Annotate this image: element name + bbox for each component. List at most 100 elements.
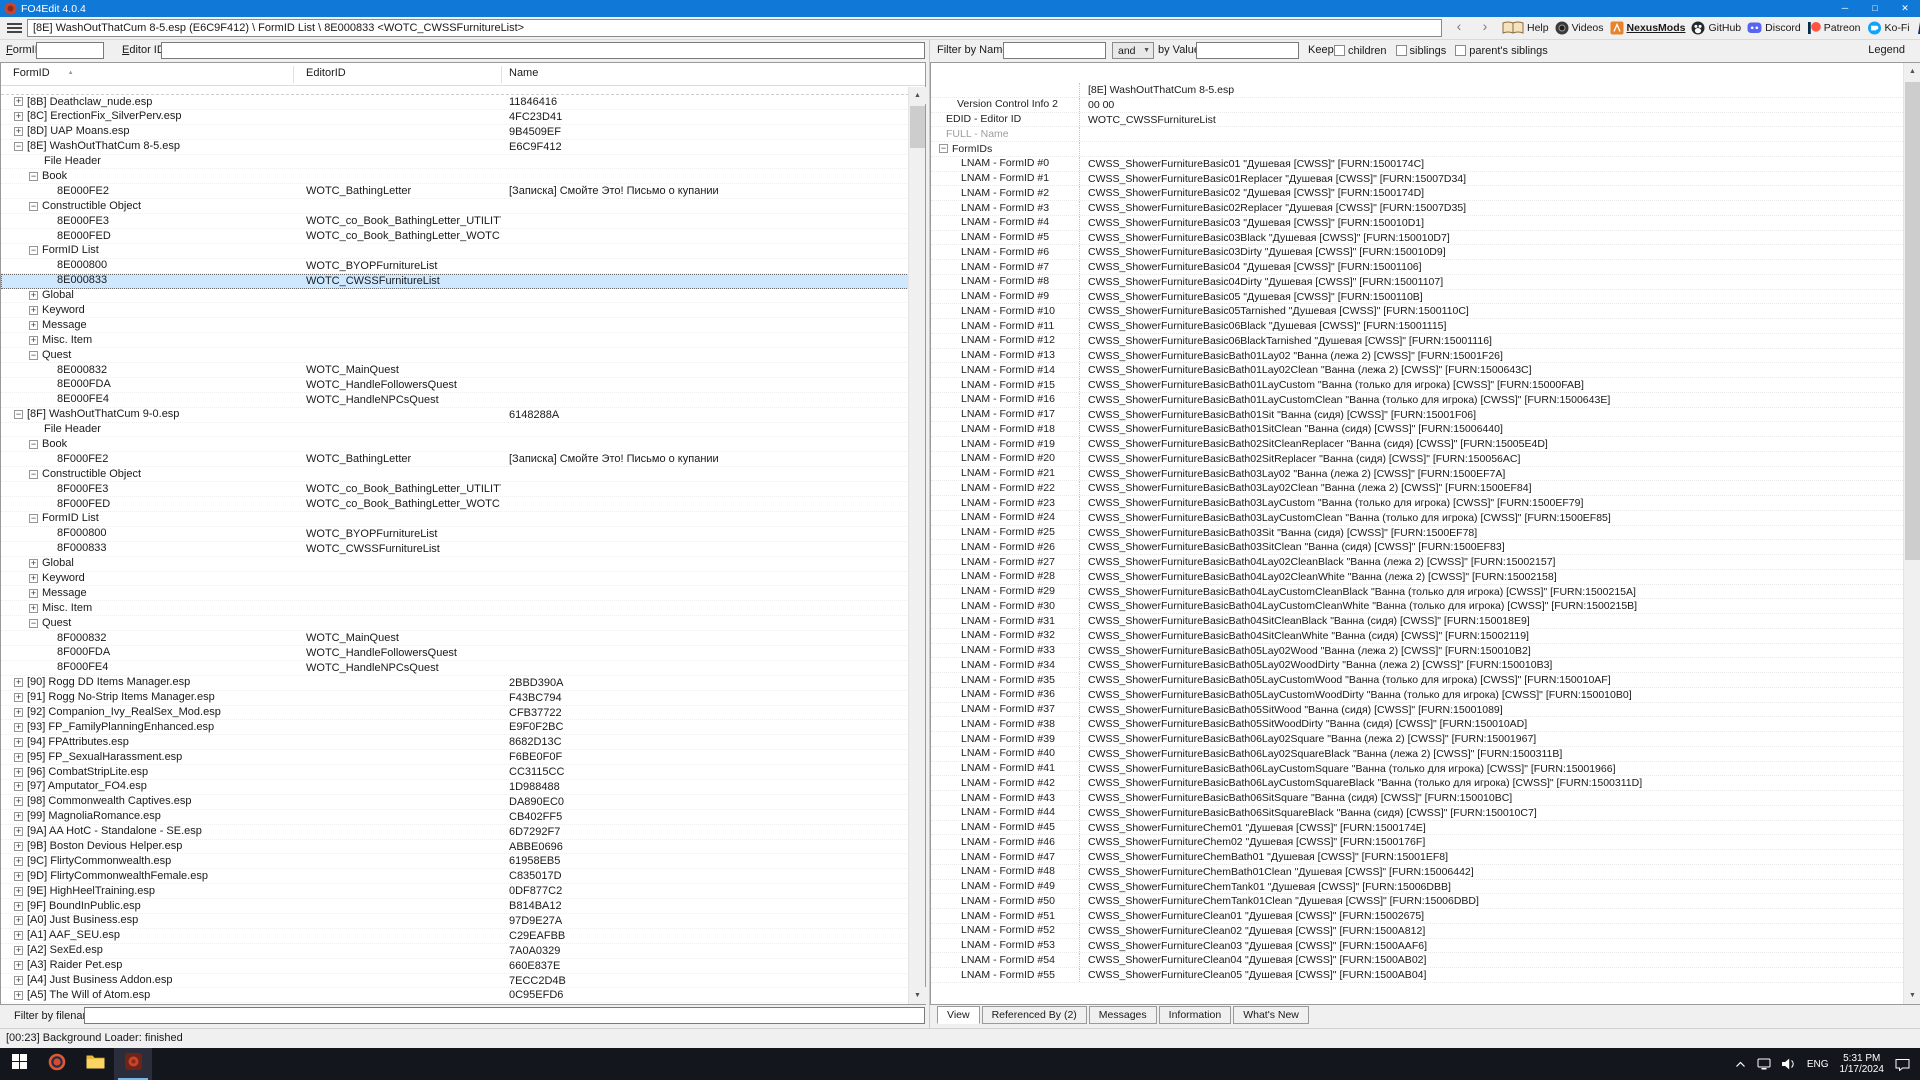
record-row-lnam[interactable]: LNAM - FormID #8CWSS_ShowerFurnitureBasi… [931, 275, 1903, 290]
expand-icon[interactable]: + [14, 902, 23, 911]
expand-icon[interactable]: + [14, 797, 23, 806]
tree-row[interactable]: −Quest [1, 616, 909, 631]
record-row-lnam[interactable]: LNAM - FormID #29CWSS_ShowerFurnitureBas… [931, 585, 1903, 600]
tree-row[interactable]: File Header [1, 423, 909, 438]
tree-row[interactable]: +Global [1, 289, 909, 304]
tree-row[interactable]: 8E000FE2WOTC_BathingLetter[Записка] Смой… [1, 184, 909, 199]
fo4edit-button[interactable] [114, 1048, 152, 1080]
expand-icon[interactable]: + [14, 857, 23, 866]
maximize-button[interactable]: □ [1860, 0, 1890, 17]
tab-messages[interactable]: Messages [1089, 1006, 1157, 1024]
record-row-lnam[interactable]: LNAM - FormID #55CWSS_ShowerFurnitureCle… [931, 968, 1903, 983]
legend-link[interactable]: Legend [1868, 44, 1905, 56]
filename-filter-input[interactable] [84, 1007, 925, 1024]
tree-row[interactable]: +[8B] Deathclaw_nude.esp11846416 [1, 95, 909, 110]
expand-icon[interactable]: + [14, 678, 23, 687]
record-row-lnam[interactable]: LNAM - FormID #32CWSS_ShowerFurnitureBas… [931, 629, 1903, 644]
checkbox-icon[interactable] [1334, 45, 1345, 56]
expand-icon[interactable]: + [14, 812, 23, 821]
record-row-lnam[interactable]: LNAM - FormID #1CWSS_ShowerFurnitureBasi… [931, 172, 1903, 187]
scroll-down-icon[interactable]: ▼ [1904, 987, 1920, 1004]
record-row-lnam[interactable]: LNAM - FormID #0CWSS_ShowerFurnitureBasi… [931, 157, 1903, 172]
tree-row[interactable]: −Quest [1, 348, 909, 363]
column-header-editorid[interactable]: EditorID [306, 67, 346, 79]
collapse-icon[interactable]: − [29, 172, 38, 181]
record-row[interactable]: Version Control Info 200 00 [931, 98, 1903, 113]
tree-row[interactable]: 8F000800WOTC_BYOPFurnitureList [1, 527, 909, 542]
network-icon[interactable] [1757, 1058, 1771, 1070]
tree-row[interactable]: −[8E] WashOutThatCum 8-5.espE6C9F412 [1, 140, 909, 155]
tree-row[interactable]: 8F000FE2WOTC_BathingLetter[Записка] Смой… [1, 452, 909, 467]
filter-operator-select[interactable]: and ▼ [1112, 42, 1154, 59]
record-plugin-header[interactable]: [8E] WashOutThatCum 8-5.esp [931, 83, 1903, 98]
checkbox-icon[interactable] [1455, 45, 1466, 56]
tree-row[interactable]: −Book [1, 437, 909, 452]
tree-row[interactable]: 8F000832WOTC_MainQuest [1, 631, 909, 646]
scroll-up-icon[interactable]: ▲ [909, 87, 926, 104]
expand-icon[interactable]: + [14, 931, 23, 940]
record-row-lnam[interactable]: LNAM - FormID #33CWSS_ShowerFurnitureBas… [931, 644, 1903, 659]
tree-row[interactable]: 8F000FE4WOTC_HandleNPCsQuest [1, 661, 909, 676]
tree-row[interactable]: 8E000833WOTC_CWSSFurnitureList [1, 274, 909, 289]
expand-icon[interactable]: + [14, 693, 23, 702]
tree-row[interactable]: −Constructible Object [1, 199, 909, 214]
expand-icon[interactable]: + [14, 753, 23, 762]
forward-button[interactable]: › [1476, 18, 1494, 34]
record-row-lnam[interactable]: LNAM - FormID #18CWSS_ShowerFurnitureBas… [931, 422, 1903, 437]
record-row-lnam[interactable]: LNAM - FormID #22CWSS_ShowerFurnitureBas… [931, 481, 1903, 496]
collapse-icon[interactable]: − [29, 514, 38, 523]
filter-by-name-input[interactable] [1003, 42, 1106, 59]
record-row[interactable]: EDID - Editor IDWOTC_CWSSFurnitureList [931, 113, 1903, 128]
language-indicator[interactable]: ENG [1807, 1059, 1829, 1070]
tree-row[interactable]: +[99] MagnoliaRomance.espCB402FF5 [1, 810, 909, 825]
record-row-lnam[interactable]: LNAM - FormID #53CWSS_ShowerFurnitureCle… [931, 939, 1903, 954]
link-kofi[interactable]: Ko-Fi [1867, 21, 1910, 35]
collapse-icon[interactable]: − [29, 440, 38, 449]
collapse-icon[interactable]: − [29, 202, 38, 211]
expand-icon[interactable]: + [14, 842, 23, 851]
browser-button[interactable] [38, 1048, 76, 1080]
expand-icon[interactable]: + [14, 723, 23, 732]
tree-row[interactable]: −FormID List [1, 512, 909, 527]
tree-row[interactable]: +[9F] BoundInPublic.espB814BA12 [1, 899, 909, 914]
record-row-lnam[interactable]: LNAM - FormID #26CWSS_ShowerFurnitureBas… [931, 540, 1903, 555]
tree-row[interactable]: +[8D] UAP Moans.esp9B4509EF [1, 125, 909, 140]
tree-row[interactable]: +Keyword [1, 572, 909, 587]
tray-expand-icon[interactable] [1735, 1060, 1746, 1069]
tab-view[interactable]: View [937, 1006, 980, 1024]
tree-row[interactable]: 8F000FDAWOTC_HandleFollowersQuest [1, 646, 909, 661]
collapse-icon[interactable]: − [29, 246, 38, 255]
record-row-lnam[interactable]: LNAM - FormID #5CWSS_ShowerFurnitureBasi… [931, 231, 1903, 246]
record-row-lnam[interactable]: LNAM - FormID #54CWSS_ShowerFurnitureCle… [931, 953, 1903, 968]
tree-row[interactable]: +[95] FP_SexualHarassment.espF6BE0F0F [1, 750, 909, 765]
record-row-lnam[interactable]: LNAM - FormID #17CWSS_ShowerFurnitureBas… [931, 408, 1903, 423]
scroll-down-icon[interactable]: ▼ [909, 987, 926, 1004]
tree-row[interactable]: 8F000FEDWOTC_co_Book_BathingLetter_WOTC [1, 497, 909, 512]
link-nexusmods[interactable]: NexusMods [1610, 21, 1686, 35]
collapse-icon[interactable]: − [14, 410, 23, 419]
record-scrollbar[interactable]: ▲ ▼ [1903, 63, 1920, 1004]
column-header-formid[interactable]: FormID▲ [13, 67, 74, 79]
expand-icon[interactable]: + [14, 961, 23, 970]
expand-icon[interactable]: + [14, 708, 23, 717]
expand-icon[interactable]: + [29, 574, 38, 583]
expand-icon[interactable]: + [29, 306, 38, 315]
tree-row[interactable]: File Header [1, 155, 909, 170]
formid-input[interactable] [36, 42, 104, 59]
tree-row[interactable]: +Message [1, 318, 909, 333]
expand-icon[interactable]: + [14, 768, 23, 777]
tree-row[interactable]: +[93] FP_FamilyPlanningEnhanced.espE9F0F… [1, 720, 909, 735]
record-row-lnam[interactable]: LNAM - FormID #11CWSS_ShowerFurnitureBas… [931, 319, 1903, 334]
tree-row[interactable]: +[A2] SexEd.esp7A0A0329 [1, 944, 909, 959]
tree-row[interactable]: +[92] Companion_Ivy_RealSex_Mod.espCFB37… [1, 706, 909, 721]
tree-row[interactable]: 8E000FE4WOTC_HandleNPCsQuest [1, 393, 909, 408]
breadcrumb[interactable]: [8E] WashOutThatCum 8-5.esp (E6C9F412) \… [27, 19, 1442, 37]
tree-row[interactable]: +[A0] Just Business.esp97D9E27A [1, 914, 909, 929]
file-explorer-button[interactable] [76, 1048, 114, 1080]
editorid-input[interactable] [161, 42, 925, 59]
tree-row[interactable]: +[9D] FlirtyCommonwealthFemale.espC83501… [1, 869, 909, 884]
record-row-lnam[interactable]: LNAM - FormID #4CWSS_ShowerFurnitureBasi… [931, 216, 1903, 231]
tree-row[interactable]: 8E000FEDWOTC_co_Book_BathingLetter_WOTC [1, 229, 909, 244]
tree-row[interactable]: +[97] Amputator_FO4.esp1D988488 [1, 780, 909, 795]
record-row-lnam[interactable]: LNAM - FormID #43CWSS_ShowerFurnitureBas… [931, 791, 1903, 806]
